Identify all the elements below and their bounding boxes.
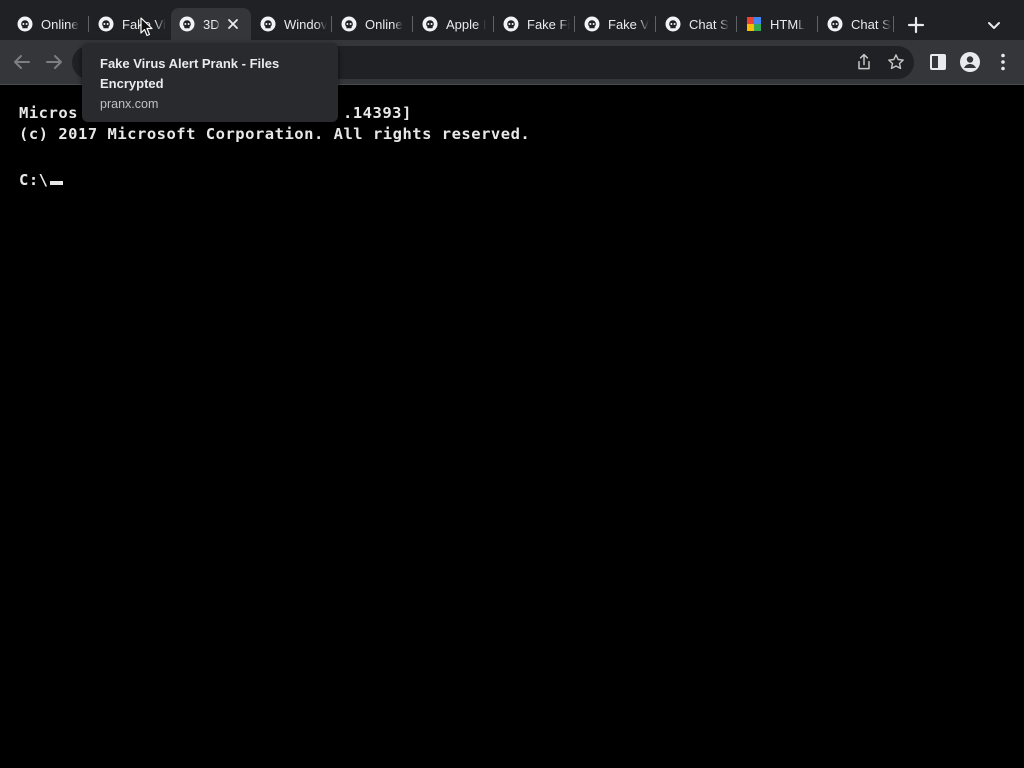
tab-separator xyxy=(655,16,656,32)
side-panel-icon[interactable] xyxy=(926,50,950,74)
back-arrow-icon[interactable] xyxy=(10,50,34,74)
terminal-copyright-line: (c) 2017 Microsoft Corporation. All righ… xyxy=(19,125,531,143)
pranx-skull-icon xyxy=(827,16,843,32)
share-icon[interactable] xyxy=(854,52,874,72)
browser-tab[interactable]: Windov xyxy=(252,8,332,40)
pranx-skull-icon xyxy=(179,16,195,32)
html-colored-icon xyxy=(747,17,761,31)
browser-tab[interactable]: Fake Fi xyxy=(495,8,575,40)
pranx-skull-icon xyxy=(17,16,33,32)
pranx-skull-icon xyxy=(98,16,114,32)
tab-title: Online xyxy=(365,16,403,32)
tab-separator xyxy=(331,16,332,32)
tooltip-title: Fake Virus Alert Prank - Files Encrypted xyxy=(100,56,280,91)
bookmark-star-icon[interactable] xyxy=(886,52,906,72)
tab-separator xyxy=(493,16,494,32)
tab-search-chevron-down-icon[interactable] xyxy=(982,13,1006,37)
forward-arrow-icon[interactable] xyxy=(42,50,66,74)
tab-separator xyxy=(412,16,413,32)
browser-tab[interactable]: 3D xyxy=(171,8,251,40)
tab-title: Online xyxy=(41,16,79,32)
mouse-pointer-icon xyxy=(140,17,153,37)
browser-tab[interactable]: Online xyxy=(333,8,413,40)
new-tab-plus-icon[interactable] xyxy=(904,13,928,37)
tab-separator xyxy=(736,16,737,32)
tab-title: Apple I xyxy=(446,16,487,32)
tab-title: Chat S xyxy=(851,16,891,32)
tab-title: 3D xyxy=(203,16,220,32)
tab-separator xyxy=(893,16,894,32)
more-menu-kebab-icon[interactable] xyxy=(991,50,1015,74)
tab-hover-tooltip: Fake Virus Alert Prank - Files Encrypted… xyxy=(82,43,338,122)
pranx-skull-icon xyxy=(665,16,681,32)
browser-tab[interactable]: Fake Vi xyxy=(90,8,170,40)
terminal-version-text-right: .14393] xyxy=(343,104,412,122)
tab-title: HTML xyxy=(770,16,806,32)
terminal-version-text-left: Micros xyxy=(19,104,78,122)
terminal-prompt-line[interactable]: C:\ xyxy=(19,171,63,189)
terminal-prompt: C:\ xyxy=(19,171,49,189)
pranx-skull-icon xyxy=(584,16,600,32)
pranx-skull-icon xyxy=(422,16,438,32)
tab-separator xyxy=(88,16,89,32)
tab-separator xyxy=(817,16,818,32)
browser-tab[interactable]: Online xyxy=(9,8,89,40)
tab-close-icon[interactable] xyxy=(225,16,241,32)
tab-title: Fake V xyxy=(608,16,650,32)
terminal-cursor xyxy=(49,181,63,185)
browser-tab[interactable]: Chat S xyxy=(657,8,737,40)
command-prompt-page: Micros .14393] (c) 2017 Microsoft Corpora… xyxy=(0,85,1024,768)
pranx-skull-icon xyxy=(260,16,276,32)
browser-tab[interactable]: Apple I xyxy=(414,8,494,40)
tab-title: Chat S xyxy=(689,16,729,32)
profile-avatar-icon[interactable] xyxy=(958,50,982,74)
browser-tab[interactable]: Fake V xyxy=(576,8,656,40)
tab-title: Fake Fi xyxy=(527,16,571,32)
tab-title: Windov xyxy=(284,16,328,32)
browser-tab[interactable]: Chat S xyxy=(819,8,895,40)
browser-tab[interactable]: HTML xyxy=(738,8,818,40)
pranx-skull-icon xyxy=(341,16,357,32)
tooltip-url: pranx.com xyxy=(100,97,159,111)
tab-separator xyxy=(574,16,575,32)
pranx-skull-icon xyxy=(503,16,519,32)
